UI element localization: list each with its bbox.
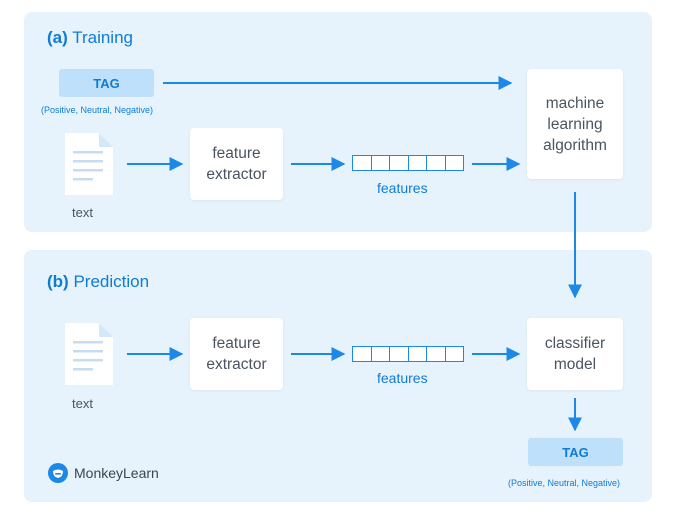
document-icon (65, 133, 113, 195)
training-features-label: features (377, 180, 428, 196)
brand-name: MonkeyLearn (74, 465, 159, 481)
training-feature-vector (352, 155, 464, 171)
prediction-features-label: features (377, 370, 428, 386)
prediction-feature-vector (352, 346, 464, 362)
training-tag-caption: (Positive, Neutral, Negative) (41, 105, 154, 115)
classifier-model: classifier model (527, 318, 623, 390)
prediction-tag: TAG (528, 438, 623, 466)
document-icon (65, 323, 113, 385)
brand-logo: MonkeyLearn (48, 463, 159, 483)
training-document-label: text (72, 205, 93, 220)
training-tag: TAG (59, 69, 154, 97)
machine-learning-algorithm: machine learning algorithm (527, 69, 623, 179)
monkeylearn-logo-icon (48, 463, 68, 483)
prediction-title: (b) Prediction (47, 272, 150, 291)
prediction-tag-caption: (Positive, Neutral, Negative) (508, 478, 621, 488)
prediction-feature-extractor: feature extractor (190, 318, 283, 390)
prediction-document-label: text (72, 396, 93, 411)
training-title: (a) Training (47, 28, 133, 47)
training-feature-extractor: feature extractor (190, 128, 283, 200)
